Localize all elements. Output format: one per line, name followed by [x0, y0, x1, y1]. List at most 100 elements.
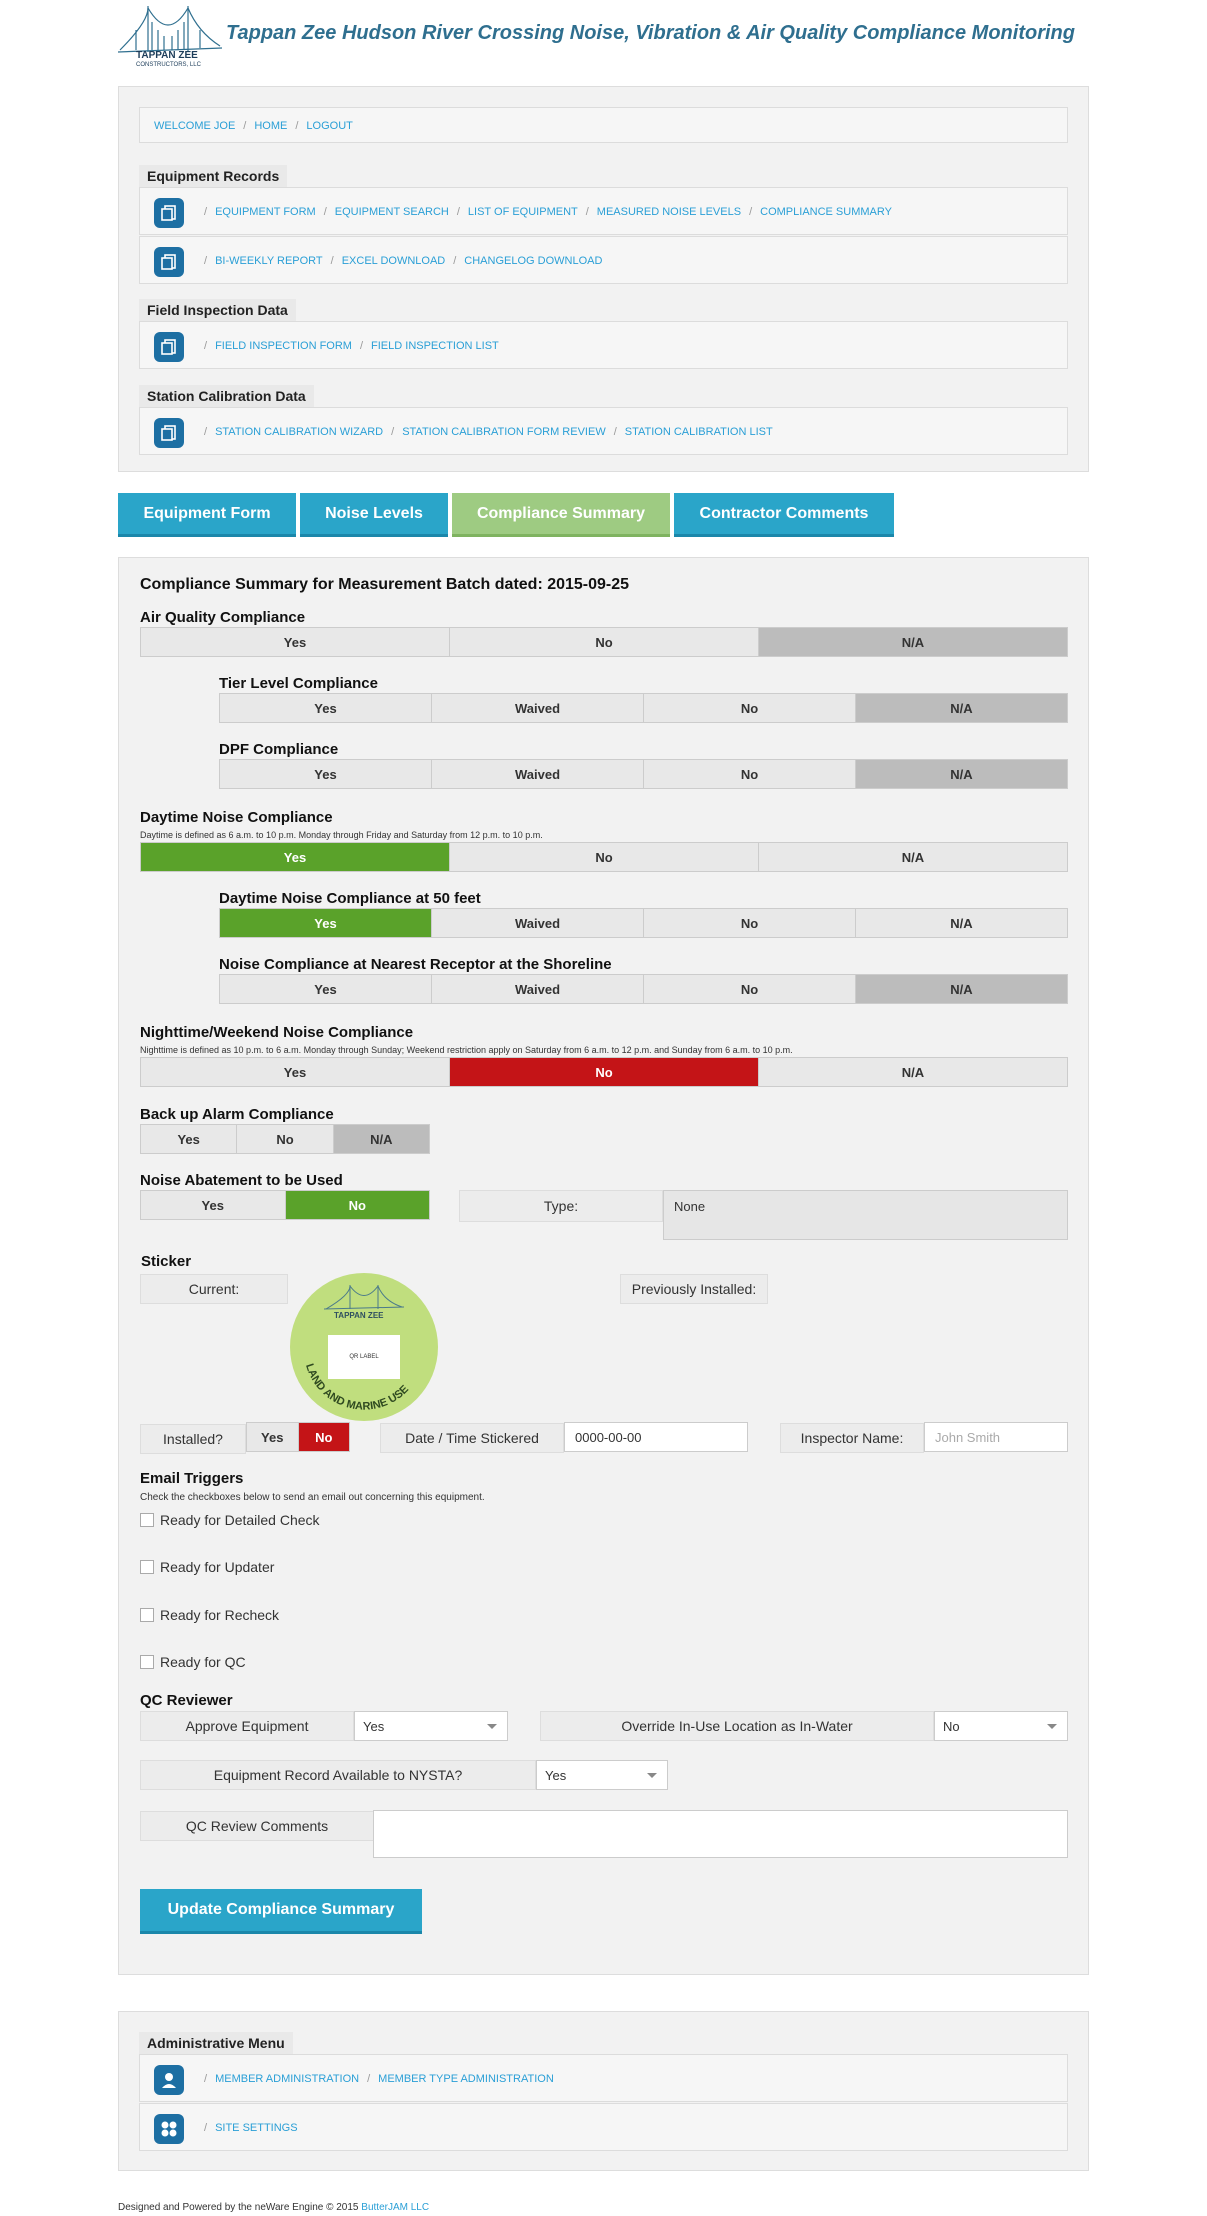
qc-comments-label: QC Review Comments [140, 1811, 374, 1841]
trigger-updater[interactable]: Ready for Updater [140, 1559, 274, 1575]
tier-level-waived[interactable]: Waived [432, 694, 644, 722]
nearest-receptor-yes[interactable]: Yes [220, 975, 432, 1003]
measured-noise-levels-link[interactable]: MEASURED NOISE LEVELS [597, 206, 741, 218]
date-stickered-label: Date / Time Stickered [380, 1423, 564, 1453]
compliance-summary-link[interactable]: COMPLIANCE SUMMARY [760, 206, 892, 218]
installed-toggle: Yes No [246, 1422, 350, 1452]
daytime-50ft-no[interactable]: No [644, 909, 856, 937]
detailed-check-text: Ready for Detailed Check [160, 1512, 320, 1528]
member-icon[interactable] [154, 2065, 184, 2095]
tier-level-label: Tier Level Compliance [219, 675, 378, 692]
dpf-na[interactable]: N/A [856, 760, 1067, 788]
air-quality-na[interactable]: N/A [759, 628, 1067, 656]
recheck-checkbox[interactable] [140, 1608, 154, 1622]
document-icon[interactable] [154, 198, 184, 228]
tab-compliance-summary[interactable]: Compliance Summary [452, 493, 670, 537]
noise-abatement-label: Noise Abatement to be Used [140, 1172, 343, 1189]
nighttime-noise-no[interactable]: No [450, 1058, 759, 1086]
dpf-waived[interactable]: Waived [432, 760, 644, 788]
daytime-50ft-yes[interactable]: Yes [220, 909, 432, 937]
tier-level-toggle: Yes Waived No N/A [219, 693, 1068, 723]
dpf-no[interactable]: No [644, 760, 856, 788]
station-calibration-wizard-link[interactable]: STATION CALIBRATION WIZARD [215, 426, 383, 438]
installed-yes[interactable]: Yes [247, 1423, 299, 1451]
member-administration-link[interactable]: MEMBER ADMINISTRATION [215, 2073, 359, 2085]
station-calibration-list-link[interactable]: STATION CALIBRATION LIST [625, 426, 773, 438]
air-quality-yes[interactable]: Yes [141, 628, 450, 656]
document-icon[interactable] [154, 418, 184, 448]
daytime-50ft-toggle: Yes Waived No N/A [219, 908, 1068, 938]
nearest-receptor-label: Noise Compliance at Nearest Receptor at … [219, 956, 612, 973]
daytime-noise-yes[interactable]: Yes [141, 843, 450, 871]
field-inspection-list-link[interactable]: FIELD INSPECTION LIST [371, 340, 499, 352]
qc-comments-textarea[interactable] [373, 1810, 1068, 1858]
override-location-label: Override In-Use Location as In-Water [540, 1711, 934, 1741]
daytime-noise-no[interactable]: No [450, 843, 759, 871]
welcome-link[interactable]: WELCOME JOE [154, 120, 235, 132]
override-location-select[interactable]: No [934, 1711, 1068, 1741]
detailed-check-checkbox[interactable] [140, 1513, 154, 1527]
equipment-form-link[interactable]: EQUIPMENT FORM [215, 206, 316, 218]
trigger-detailed-check[interactable]: Ready for Detailed Check [140, 1512, 320, 1528]
list-of-equipment-link[interactable]: LIST OF EQUIPMENT [468, 206, 578, 218]
home-link[interactable]: HOME [254, 120, 287, 132]
company-logo[interactable]: TAPPAN ZEE CONSTRUCTORS, LLC [117, 2, 223, 72]
update-compliance-summary-button[interactable]: Update Compliance Summary [140, 1889, 422, 1934]
field-inspection-form-link[interactable]: FIELD INSPECTION FORM [215, 340, 352, 352]
site-settings-link[interactable]: SITE SETTINGS [215, 2122, 298, 2134]
backup-alarm-na[interactable]: N/A [333, 1125, 429, 1153]
installed-no[interactable]: No [298, 1423, 349, 1451]
station-calibration-form-review-link[interactable]: STATION CALIBRATION FORM REVIEW [402, 426, 606, 438]
equipment-records-row-2: / BI-WEEKLY REPORT / EXCEL DOWNLOAD / CHAN… [139, 236, 1068, 284]
field-inspection-row: / FIELD INSPECTION FORM / FIELD INSPECTIO… [139, 321, 1068, 369]
tab-equipment-form[interactable]: Equipment Form [118, 493, 296, 537]
daytime-noise-na[interactable]: N/A [759, 843, 1067, 871]
document-icon[interactable] [154, 332, 184, 362]
nysta-select[interactable]: Yes [536, 1760, 668, 1790]
settings-icon[interactable] [154, 2114, 184, 2144]
nearest-receptor-no[interactable]: No [644, 975, 856, 1003]
changelog-download-link[interactable]: CHANGELOG DOWNLOAD [464, 255, 602, 267]
trigger-qc[interactable]: Ready for QC [140, 1654, 246, 1670]
daytime-50ft-waived[interactable]: Waived [432, 909, 644, 937]
noise-abatement-yes[interactable]: Yes [141, 1191, 286, 1219]
site-title: Tappan Zee Hudson River Crossing Noise, … [226, 22, 1075, 44]
sticker-image: TAPPAN ZEE QR LABEL LAND AND MARINE USE [290, 1273, 438, 1421]
air-quality-no[interactable]: No [450, 628, 759, 656]
abatement-type-textarea[interactable]: None [663, 1190, 1068, 1240]
nearest-receptor-na[interactable]: N/A [856, 975, 1067, 1003]
updater-checkbox[interactable] [140, 1560, 154, 1574]
backup-alarm-yes[interactable]: Yes [141, 1125, 238, 1153]
date-stickered-input[interactable]: 0000-00-00 [564, 1422, 748, 1452]
tier-level-no[interactable]: No [644, 694, 856, 722]
tab-noise-levels[interactable]: Noise Levels [300, 493, 448, 537]
tier-level-na[interactable]: N/A [856, 694, 1067, 722]
nearest-receptor-toggle: Yes Waived No N/A [219, 974, 1068, 1004]
excel-download-link[interactable]: EXCEL DOWNLOAD [342, 255, 446, 267]
dpf-yes[interactable]: Yes [220, 760, 432, 788]
qc-checkbox[interactable] [140, 1655, 154, 1669]
tab-contractor-comments[interactable]: Contractor Comments [674, 493, 894, 537]
member-type-administration-link[interactable]: MEMBER TYPE ADMINISTRATION [378, 2073, 554, 2085]
nighttime-noise-yes[interactable]: Yes [141, 1058, 450, 1086]
backup-alarm-no[interactable]: No [237, 1125, 334, 1153]
noise-abatement-no[interactable]: No [285, 1191, 429, 1219]
inspector-name-input[interactable]: John Smith [924, 1422, 1068, 1452]
bi-weekly-report-link[interactable]: BI-WEEKLY REPORT [215, 255, 323, 267]
daytime-noise-note: Daytime is defined as 6 a.m. to 10 p.m. … [140, 830, 543, 840]
footer-brand-link[interactable]: ButterJAM LLC [361, 2202, 429, 2213]
nighttime-noise-toggle: Yes No N/A [140, 1057, 1068, 1087]
qc-text: Ready for QC [160, 1654, 246, 1670]
nighttime-noise-na[interactable]: N/A [759, 1058, 1067, 1086]
daytime-50ft-na[interactable]: N/A [856, 909, 1067, 937]
equipment-search-link[interactable]: EQUIPMENT SEARCH [335, 206, 449, 218]
trigger-recheck[interactable]: Ready for Recheck [140, 1607, 279, 1623]
tier-level-yes[interactable]: Yes [220, 694, 432, 722]
admin-row-1: / MEMBER ADMINISTRATION / MEMBER TYPE ADM… [139, 2054, 1068, 2102]
document-icon[interactable] [154, 247, 184, 277]
logout-link[interactable]: LOGOUT [306, 120, 352, 132]
qc-reviewer-label: QC Reviewer [140, 1692, 233, 1709]
approve-equipment-select[interactable]: Yes [354, 1711, 508, 1741]
air-quality-toggle: Yes No N/A [140, 627, 1068, 657]
nearest-receptor-waived[interactable]: Waived [432, 975, 644, 1003]
